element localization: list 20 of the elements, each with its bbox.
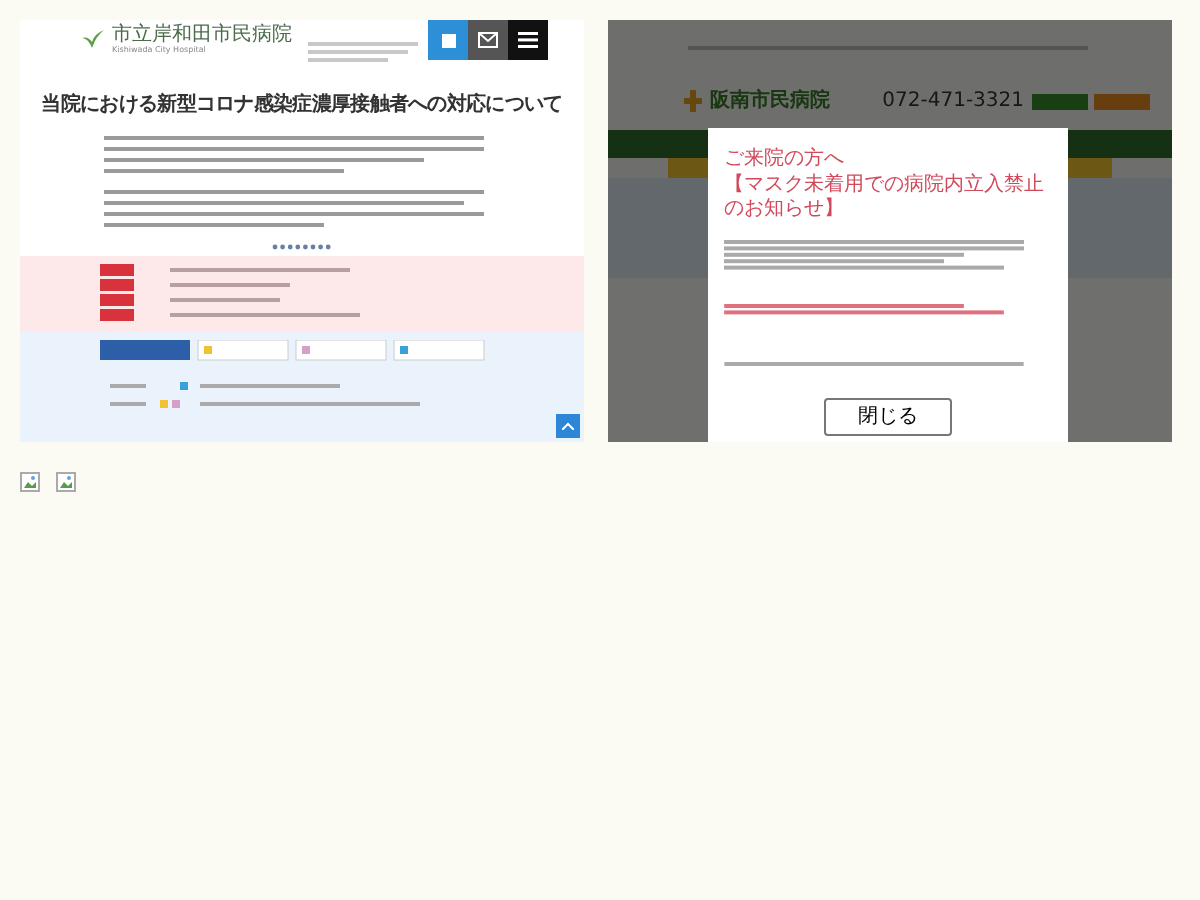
header-buttons-drawing xyxy=(1032,91,1152,112)
broken-image-icon xyxy=(56,472,76,492)
close-button[interactable]: 閉じる xyxy=(824,397,952,435)
hospital-name: 阪南市民病院 xyxy=(710,86,830,115)
phone-number: 072-471-3321 xyxy=(882,87,1024,115)
info-button[interactable] xyxy=(428,20,468,60)
cross-logo-icon xyxy=(684,89,702,111)
mail-icon xyxy=(478,32,498,48)
menu-button[interactable] xyxy=(508,20,548,60)
header-info-drawing xyxy=(308,39,418,68)
hospital-name: 市立岸和田市民病院 xyxy=(112,26,292,46)
scroll-top-button[interactable] xyxy=(556,414,580,438)
caret-up-icon xyxy=(562,422,574,430)
broken-image-icon xyxy=(20,472,40,492)
mail-button[interactable] xyxy=(468,20,508,60)
page-heading: 当院における新型コロナ感染症濃厚接触者への対応について xyxy=(39,90,565,120)
dialog-subtitle: 【マスク未着用での病院内立入禁止のお知らせ】 xyxy=(724,173,1046,223)
menu-icon xyxy=(518,32,538,48)
pagination-dots-drawing xyxy=(272,244,332,251)
dialog-title: ご来院の方へ xyxy=(724,148,846,173)
